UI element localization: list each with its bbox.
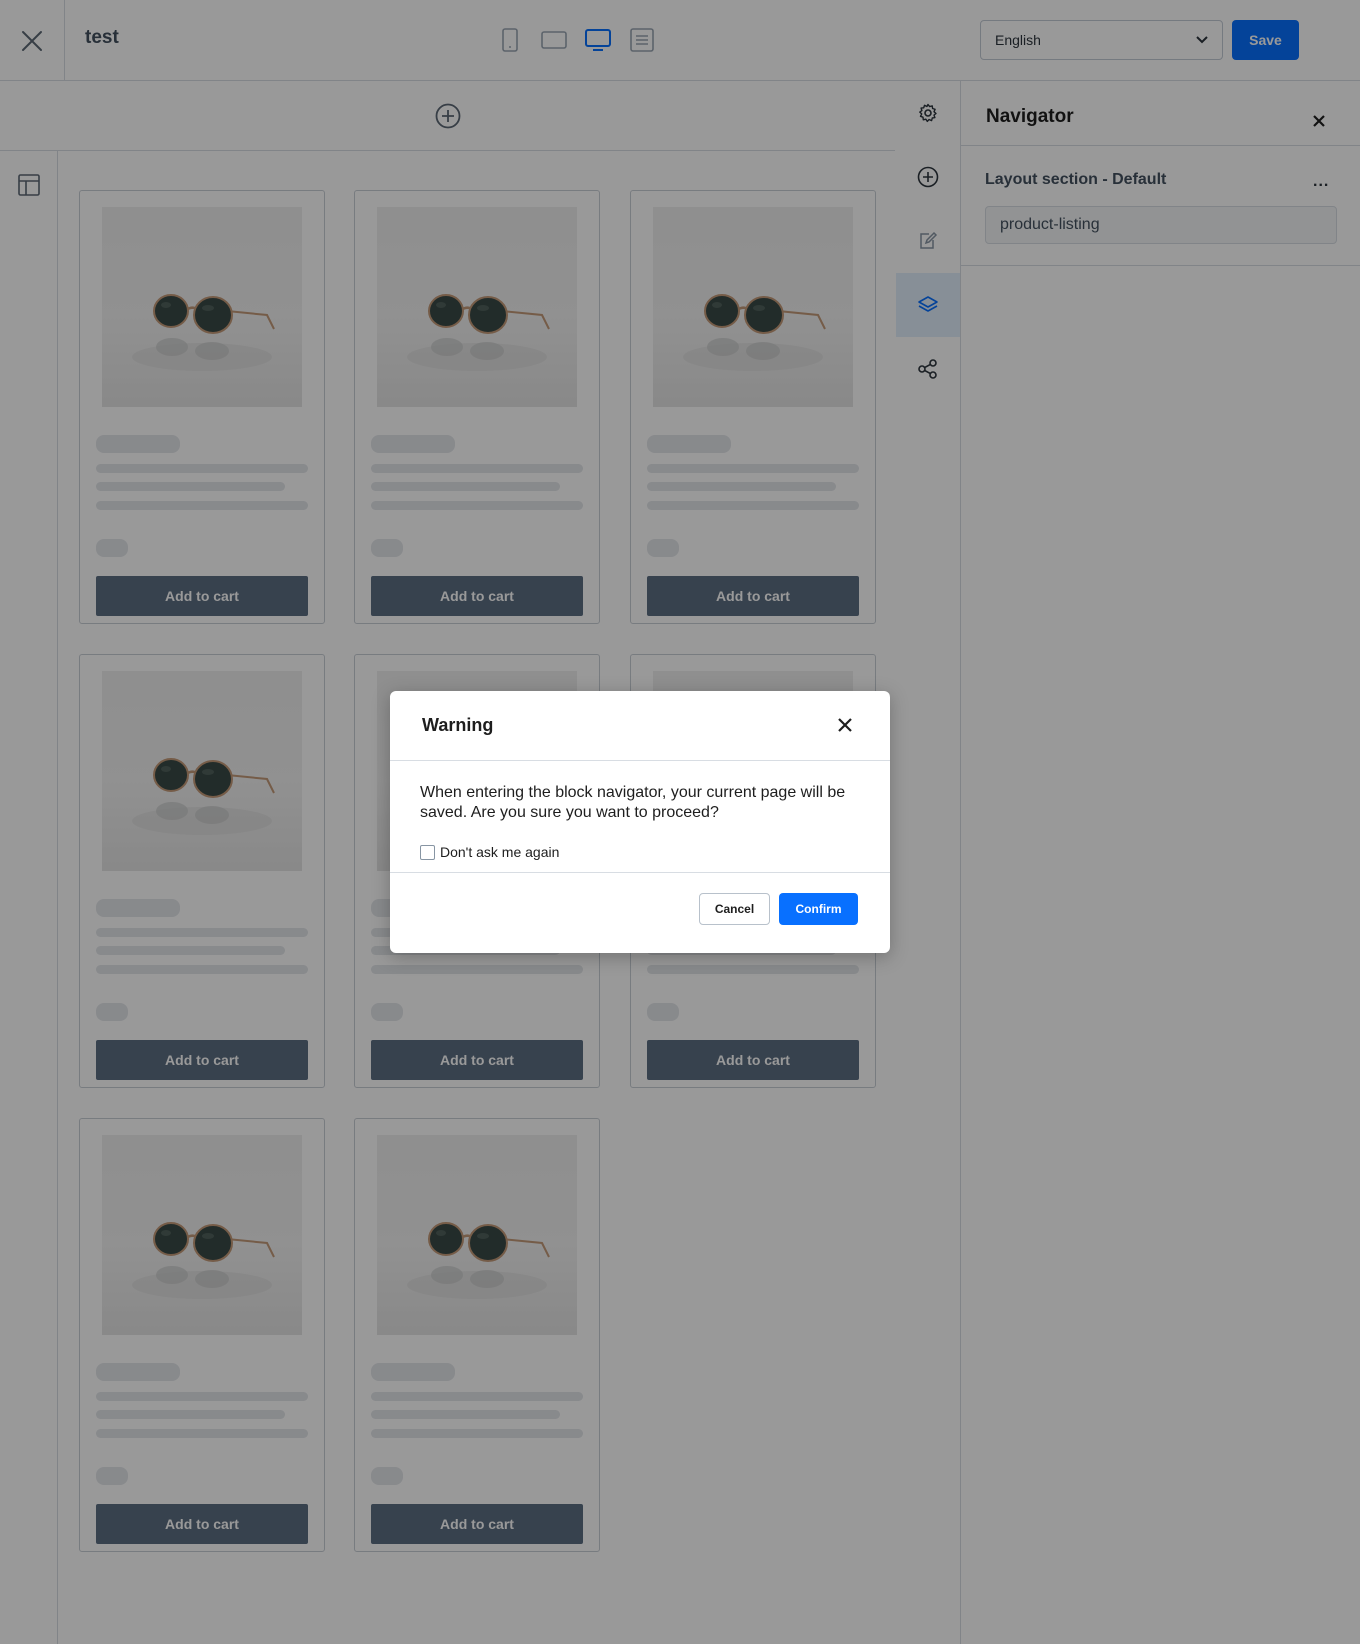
modal-message: When entering the block navigator, your … <box>420 784 846 821</box>
warning-modal: Warning When entering the block navigato… <box>390 691 890 953</box>
modal-body: When entering the block navigator, your … <box>390 761 890 873</box>
modal-title: Warning <box>422 715 494 735</box>
checkbox-label: Don't ask me again <box>440 844 560 860</box>
modal-header: Warning <box>390 691 890 761</box>
modal-footer: Cancel Confirm <box>390 873 890 952</box>
close-icon <box>838 718 852 732</box>
cancel-button[interactable]: Cancel <box>699 893 770 925</box>
confirm-button[interactable]: Confirm <box>779 893 858 925</box>
modal-close-button[interactable] <box>838 718 852 732</box>
checkbox-box[interactable] <box>420 844 435 860</box>
dont-ask-again-checkbox[interactable]: Don't ask me again <box>420 844 559 860</box>
